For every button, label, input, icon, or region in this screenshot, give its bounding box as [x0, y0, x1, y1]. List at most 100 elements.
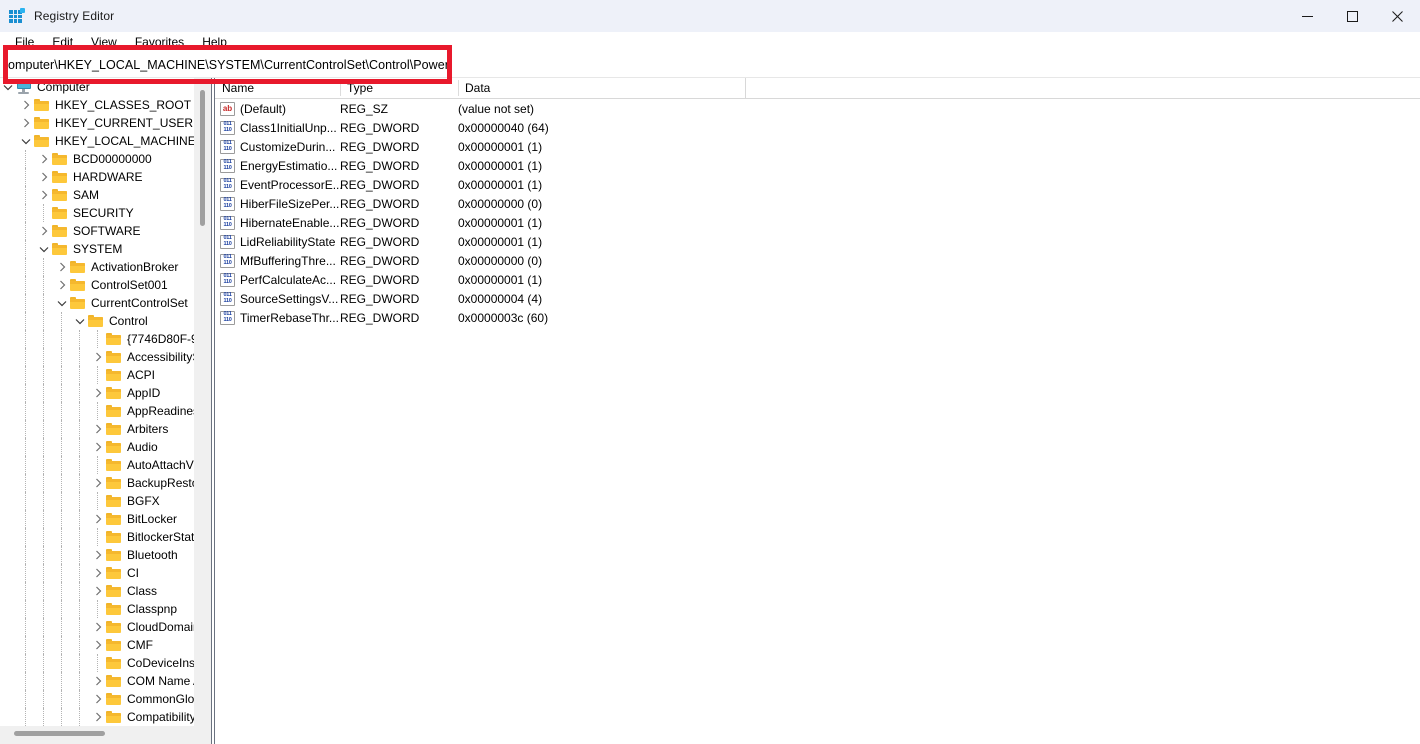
address-bar[interactable]: omputer\HKEY_LOCAL_MACHINE\SYSTEM\Curren… [0, 52, 1420, 78]
table-row[interactable]: EventProcessorE...REG_DWORD 0x00000001 (1… [215, 175, 1420, 194]
tree-item-autoattachvir[interactable]: AutoAttachVir [0, 456, 194, 474]
tree-item-computer[interactable]: Computer [0, 78, 194, 96]
menu-item-file[interactable]: File [6, 33, 43, 52]
chevron-right-icon[interactable] [90, 384, 106, 402]
chevron-right-icon[interactable] [90, 582, 106, 600]
table-row[interactable]: Class1InitialUnp...REG_DWORD 0x00000040 (… [215, 118, 1420, 137]
tree-item-security[interactable]: SECURITY [0, 204, 194, 222]
chevron-right-icon[interactable] [90, 348, 106, 366]
folder-icon [106, 638, 122, 652]
chevron-down-icon[interactable] [0, 78, 16, 96]
table-row[interactable]: SourceSettingsV...REG_DWORD 0x00000004 (4… [215, 289, 1420, 308]
tree-item-ci[interactable]: CI [0, 564, 194, 582]
tree-scrollbar-thumb[interactable] [200, 90, 205, 226]
tree-item-hkey-local-machine[interactable]: HKEY_LOCAL_MACHINE [0, 132, 194, 150]
tree-item-arbiters[interactable]: Arbiters [0, 420, 194, 438]
chevron-right-icon[interactable] [90, 672, 106, 690]
value-name: MfBufferingThre... [240, 253, 336, 268]
tree-item-bluetooth[interactable]: Bluetooth [0, 546, 194, 564]
tree-item-hkey-classes-root[interactable]: HKEY_CLASSES_ROOT [0, 96, 194, 114]
tree-item-com-name-a[interactable]: COM Name A [0, 672, 194, 690]
tree-item-class[interactable]: Class [0, 582, 194, 600]
close-icon[interactable] [1375, 0, 1420, 32]
table-row[interactable]: (Default) REG_SZ (value not set) [215, 99, 1420, 118]
chevron-right-icon[interactable] [36, 186, 52, 204]
chevron-right-icon[interactable] [36, 150, 52, 168]
tree-item-software[interactable]: SOFTWARE [0, 222, 194, 240]
tree-item-hkey-current-user[interactable]: HKEY_CURRENT_USER [0, 114, 194, 132]
chevron-right-icon[interactable] [90, 438, 106, 456]
tree-item-acpi[interactable]: ACPI [0, 366, 194, 384]
chevron-right-icon[interactable] [90, 510, 106, 528]
tree-item-clouddomain[interactable]: CloudDomain. [0, 618, 194, 636]
menu-item-help[interactable]: Help [193, 33, 236, 52]
tree-item-commonglob[interactable]: CommonGlob [0, 690, 194, 708]
table-row[interactable]: PerfCalculateAc...REG_DWORD 0x00000001 (1… [215, 270, 1420, 289]
tree-item-appreadiness[interactable]: AppReadiness [0, 402, 194, 420]
pane-splitter[interactable] [211, 78, 212, 726]
tree-item-activationbroker[interactable]: ActivationBroker [0, 258, 194, 276]
menu-item-edit[interactable]: Edit [43, 33, 82, 52]
tree-guide-line [43, 456, 45, 474]
tree-item-codeviceinsta[interactable]: CoDeviceInsta [0, 654, 194, 672]
tree-item-classpnp[interactable]: Classpnp [0, 600, 194, 618]
chevron-right-icon[interactable] [90, 564, 106, 582]
tree-horizontal-scrollbar-thumb[interactable] [14, 731, 105, 736]
chevron-right-icon[interactable] [90, 546, 106, 564]
maximize-icon[interactable] [1330, 0, 1375, 32]
tree-item-system[interactable]: SYSTEM [0, 240, 194, 258]
column-header-type[interactable]: Type [340, 78, 458, 98]
tree-item-audio[interactable]: Audio [0, 438, 194, 456]
chevron-right-icon[interactable] [36, 168, 52, 186]
minimize-icon[interactable] [1285, 0, 1330, 32]
chevron-right-icon[interactable] [18, 114, 34, 132]
tree-item-cmf[interactable]: CMF [0, 636, 194, 654]
chevron-right-icon[interactable] [36, 222, 52, 240]
tree-item-hardware[interactable]: HARDWARE [0, 168, 194, 186]
tree-item-bitlocker[interactable]: BitLocker [0, 510, 194, 528]
chevron-right-icon[interactable] [90, 636, 106, 654]
table-row[interactable]: EnergyEstimatio...REG_DWORD 0x00000001 (1… [215, 156, 1420, 175]
column-header-data[interactable]: Data [458, 78, 745, 98]
table-row[interactable]: MfBufferingThre... REG_DWORD 0x00000000 (0… [215, 251, 1420, 270]
chevron-right-icon[interactable] [90, 618, 106, 636]
chevron-down-icon[interactable] [36, 240, 52, 258]
table-row[interactable]: HibernateEnable...REG_DWORD 0x00000001 (1… [215, 213, 1420, 232]
chevron-right-icon[interactable] [54, 258, 70, 276]
column-header-name[interactable]: Name [215, 78, 340, 98]
chevron-down-icon[interactable] [72, 312, 88, 330]
table-row[interactable]: LidReliabilityState REG_DWORD 0x00000001 (… [215, 232, 1420, 251]
tree-guide-line [61, 582, 63, 600]
tree-item-label: SOFTWARE [73, 224, 141, 238]
menu-item-favorites[interactable]: Favorites [126, 33, 193, 52]
column-divider-3[interactable] [745, 78, 746, 98]
chevron-right-icon[interactable] [90, 474, 106, 492]
tree-item-bitlockerstatus[interactable]: BitlockerStatus [0, 528, 194, 546]
tree-item-sam[interactable]: SAM [0, 186, 194, 204]
tree-item-bcd00000000[interactable]: BCD00000000 [0, 150, 194, 168]
chevron-down-icon[interactable] [18, 132, 34, 150]
tree-item-compatibility[interactable]: Compatibility [0, 708, 194, 726]
chevron-right-icon[interactable] [18, 96, 34, 114]
tree-item-control[interactable]: Control [0, 312, 194, 330]
tree-guide-line [43, 672, 45, 690]
tree-item-controlset001[interactable]: ControlSet001 [0, 276, 194, 294]
tree-item-bgfx[interactable]: BGFX [0, 492, 194, 510]
table-row[interactable]: HiberFileSizePer...REG_DWORD 0x00000000 (… [215, 194, 1420, 213]
menu-item-view[interactable]: View [82, 33, 126, 52]
chevron-right-icon[interactable] [90, 420, 106, 438]
registry-tree[interactable]: Computer HKEY_CLASSES_ROOT HKEY_CURRENT_US… [0, 78, 194, 726]
chevron-right-icon[interactable] [90, 690, 106, 708]
tree-item-backuprestore[interactable]: BackupRestore [0, 474, 194, 492]
tree-item-label: {7746D80F-97E [127, 332, 194, 346]
tree-item-currentcontrolset[interactable]: CurrentControlSet [0, 294, 194, 312]
table-row[interactable]: CustomizeDurin... REG_DWORD 0x00000001 (1) [215, 137, 1420, 156]
tree-item-7746d80f-97e[interactable]: {7746D80F-97E [0, 330, 194, 348]
chevron-right-icon[interactable] [90, 708, 106, 726]
tree-item-appid[interactable]: AppID [0, 384, 194, 402]
table-row[interactable]: TimerRebaseThr...REG_DWORD 0x0000003c (60… [215, 308, 1420, 327]
tree-guide-line [43, 348, 45, 366]
chevron-right-icon[interactable] [54, 276, 70, 294]
chevron-down-icon[interactable] [54, 294, 70, 312]
tree-item-accessibilityse[interactable]: AccessibilitySe [0, 348, 194, 366]
